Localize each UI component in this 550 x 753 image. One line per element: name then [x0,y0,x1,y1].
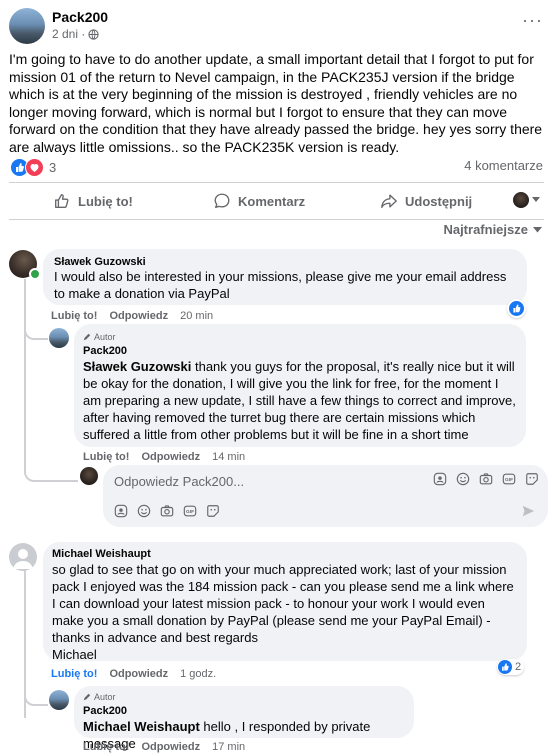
pencil-icon [83,693,91,701]
comment-text: so glad to see that go on with your much… [52,562,514,662]
reply-reply-link[interactable]: Odpowiedz [141,451,200,463]
comment-author-avatar[interactable] [9,543,37,571]
comment-button[interactable]: Komentarz [213,190,305,212]
more-options-button[interactable]: ··· [522,10,543,31]
mention-link[interactable]: Michael Weishaupt [83,719,200,734]
default-avatar-icon [13,549,33,569]
pencil-icon [83,333,91,341]
gif-icon[interactable]: GIF [183,504,197,518]
mention-link[interactable]: Sławek Guzowski [83,359,191,374]
comment-author-name[interactable]: Sławek Guzowski [54,256,146,268]
author-badge-label: Autor [94,692,116,702]
post-body: I'm going to have to do another update, … [9,51,543,155]
thread-line [24,279,26,467]
comment-time[interactable]: 1 godz. [180,668,216,680]
reactions-summary[interactable]: 3 [10,157,57,177]
reply-input[interactable]: Odpowiedz Pack200... [114,474,244,489]
thread-connector [24,460,78,482]
avatar-sticker-icon[interactable] [433,472,447,486]
like-button-label: Lubię to! [78,193,133,209]
sort-label: Najtrafniejsze [443,222,528,237]
comment-reaction-count: 2 [515,661,522,673]
share-icon [381,194,397,208]
svg-text:GIF: GIF [505,477,513,483]
gif-icon[interactable]: GIF [502,472,516,486]
reply-actions: Lubię to! Odpowiedz 17 min [83,741,245,753]
like-reaction-icon [498,660,512,674]
reply-author-avatar[interactable] [49,328,69,348]
current-user-avatar[interactable] [80,467,98,485]
comment-like-badge [507,299,526,318]
like-button[interactable]: Lubię to! [53,190,133,212]
reply-author-name[interactable]: Pack200 [83,345,127,357]
avatar-sticker-icon[interactable] [114,504,128,518]
emoji-icon[interactable] [137,504,151,518]
share-button-label: Udostępnij [405,193,473,209]
online-status-dot [29,268,41,280]
sticker-icon[interactable] [206,504,220,518]
comment-icon [214,193,230,208]
reply-like-link[interactable]: Lubię to! [83,741,129,753]
svg-text:GIF: GIF [186,509,194,515]
comment-button-label: Komentarz [238,193,306,209]
post-time[interactable]: 2 dni · [52,27,85,41]
camera-icon[interactable] [160,504,174,518]
reply-reply-link[interactable]: Odpowiedz [141,741,200,753]
reply-author-avatar[interactable] [49,690,69,710]
caret-down-icon [532,197,540,202]
comment-reply-link[interactable]: Odpowiedz [109,310,168,322]
author-badge: Autor [83,332,116,342]
reply-author-name[interactable]: Pack200 [83,705,127,717]
globe-icon [88,28,99,40]
reply-time[interactable]: 14 min [212,451,245,463]
comment-sort-dropdown[interactable]: Najtrafniejsze [443,222,542,237]
love-reaction-icon [25,157,44,177]
thread-connector [24,320,48,340]
comments-count[interactable]: 4 komentarze [464,158,543,173]
comment-actions: Lubię to! Odpowiedz 20 min [51,310,213,322]
comment-text: I would also be interested in your missi… [54,269,507,301]
comment-actions: Lubię to! Odpowiedz 1 godz. [51,668,216,680]
reaction-count: 3 [49,159,57,175]
caret-down-icon [533,226,542,232]
post-author-avatar[interactable] [9,8,45,44]
reaction-as-selector[interactable] [513,192,540,208]
thumbs-up-icon [55,194,69,208]
reply-time[interactable]: 17 min [212,741,245,753]
comment-like-link[interactable]: Lubię to! [51,668,97,680]
reply-actions: Lubię to! Odpowiedz 14 min [83,451,245,463]
author-badge-label: Autor [94,332,116,342]
divider [9,219,544,220]
share-button[interactable]: Udostępnij [380,190,472,212]
author-badge: Autor [83,692,116,702]
comment-author-name[interactable]: Michael Weishaupt [52,548,151,560]
emoji-icon[interactable] [456,472,470,486]
comment-reply-link[interactable]: Odpowiedz [109,668,168,680]
post-meta: 2 dni · [52,27,99,41]
reply-text: Sławek Guzowski thank you guys for the p… [83,358,518,443]
post-author-name[interactable]: Pack200 [52,9,108,25]
comment-time[interactable]: 20 min [180,310,213,322]
comment-reaction-summary[interactable]: 2 [497,659,525,675]
send-icon[interactable] [521,504,535,518]
divider [9,182,544,183]
sticker-icon[interactable] [525,472,539,486]
composer-icons-top: GIF [433,472,539,486]
comment-like-link[interactable]: Lubię to! [51,310,97,322]
user-avatar [513,192,529,208]
thread-connector [24,690,48,706]
reply-like-link[interactable]: Lubię to! [83,451,129,463]
camera-icon[interactable] [479,472,493,486]
composer-icons-bottom: GIF [114,504,220,518]
